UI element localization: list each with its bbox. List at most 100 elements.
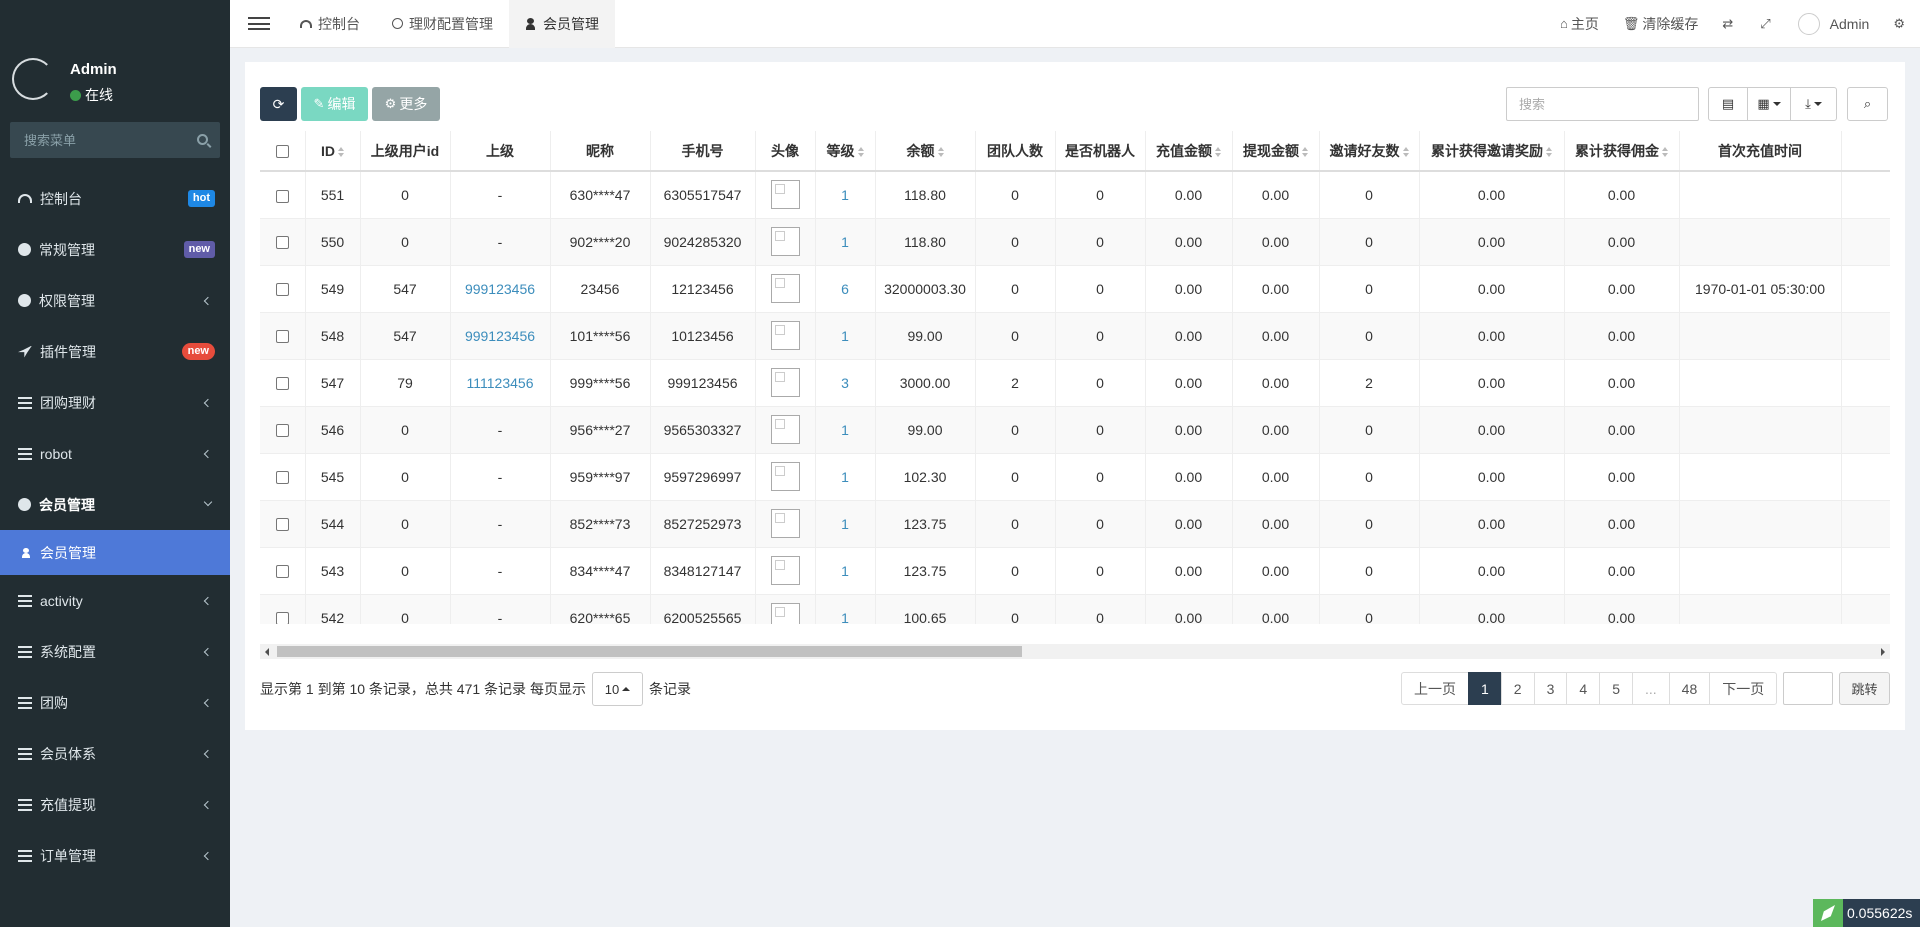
table-cell[interactable] xyxy=(755,406,816,454)
row-checkbox[interactable] xyxy=(275,236,289,250)
sidebar-item-activity[interactable]: activity xyxy=(0,575,230,626)
sidebar-item-robot[interactable]: robot xyxy=(0,428,230,479)
avatar-image[interactable] xyxy=(770,274,800,303)
table-cell[interactable]: 1 xyxy=(815,594,876,625)
avatar-image[interactable] xyxy=(770,462,800,491)
page-button[interactable]: 5 xyxy=(1599,672,1633,705)
avatar-image[interactable] xyxy=(770,321,800,350)
table-link[interactable]: 1 xyxy=(841,610,849,625)
page-button[interactable]: 3 xyxy=(1533,672,1568,705)
table-link[interactable]: 3 xyxy=(841,375,849,391)
clear-cache-button[interactable]: 🗑 清除缓存 xyxy=(1611,0,1711,48)
sidebar-item-member[interactable]: 会员管理 xyxy=(0,479,230,530)
table-cell[interactable] xyxy=(755,312,816,360)
tab-finance-config[interactable]: 理财配置管理 xyxy=(376,0,509,48)
table-link[interactable]: 1 xyxy=(841,234,849,250)
table-link[interactable]: 6 xyxy=(841,281,849,297)
table-cell[interactable]: 1 xyxy=(815,171,876,219)
table-link[interactable]: 1 xyxy=(841,563,849,579)
scrollbar-thumb[interactable] xyxy=(277,646,1022,657)
table-cell[interactable]: 1 xyxy=(815,218,876,266)
jump-page-input[interactable] xyxy=(1783,672,1833,705)
sidebar-item-general[interactable]: 常规管理 new xyxy=(0,224,230,275)
table-cell[interactable]: 3 xyxy=(815,359,876,407)
table-row[interactable]: 548 547 999123456 101****56 10123456 1 99.00 0 0… xyxy=(260,312,1890,360)
table-link[interactable]: 111123456 xyxy=(467,375,534,391)
table-cell[interactable]: 1 xyxy=(815,500,876,548)
row-select-cell[interactable] xyxy=(260,453,306,501)
next-page-button[interactable]: 下一页 xyxy=(1709,672,1778,705)
table-cell[interactable] xyxy=(755,359,816,407)
table-row[interactable]: 550 0 - 902****20 9024285320 1 118.80 0 0 0.00 0.0… xyxy=(260,218,1890,266)
menu-search-input[interactable] xyxy=(10,122,220,158)
sidebar-item-auth[interactable]: 权限管理 xyxy=(0,275,230,326)
table-cell[interactable]: 1 xyxy=(815,547,876,595)
table-link[interactable]: 1 xyxy=(841,328,849,344)
sidebar-item-membership[interactable]: 会员体系 xyxy=(0,728,230,779)
avatar-image[interactable] xyxy=(770,180,800,210)
avatar-image[interactable] xyxy=(770,603,800,624)
horizontal-scrollbar[interactable] xyxy=(260,644,1890,659)
translate-button[interactable]: ⇄ xyxy=(1710,0,1748,48)
table-row[interactable]: 543 0 - 834****47 8348127147 1 123.75 0 0 0.00 0.0… xyxy=(260,547,1890,595)
table-row[interactable]: 547 79 111123456 999****56 999123456 3 3000.00… xyxy=(260,359,1890,407)
edit-button[interactable]: ✎ 编辑 xyxy=(301,87,368,121)
row-select-cell[interactable] xyxy=(260,359,306,407)
sidebar-item-deposit[interactable]: 充值提现 xyxy=(0,779,230,830)
avatar-image[interactable] xyxy=(770,415,800,444)
more-button[interactable]: ⚙ 更多 xyxy=(372,87,440,121)
refresh-button[interactable]: ⟳ xyxy=(260,87,297,121)
row-checkbox[interactable] xyxy=(275,189,289,203)
page-button[interactable]: 1 xyxy=(1468,672,1502,705)
page-button[interactable]: 48 xyxy=(1668,672,1711,705)
table-row[interactable]: 551 0 - 630****47 6305517547 1 118.80 0 0 0.00 0.0… xyxy=(260,171,1890,219)
select-all-checkbox[interactable] xyxy=(275,145,289,159)
table-row[interactable]: 545 0 - 959****97 9597296997 1 102.30 0 0 0.00 0.0… xyxy=(260,453,1890,501)
table-link[interactable]: 999123456 xyxy=(465,281,535,297)
page-button[interactable]: 4 xyxy=(1566,672,1601,705)
advanced-search-button[interactable]: ⌕ xyxy=(1847,87,1888,121)
tab-member[interactable]: 会员管理 xyxy=(509,0,615,48)
row-select-cell[interactable] xyxy=(260,500,306,548)
row-checkbox[interactable] xyxy=(275,612,289,624)
column-header[interactable]: 等级 xyxy=(815,131,876,172)
table-link[interactable]: 1 xyxy=(841,187,849,203)
row-select-cell[interactable] xyxy=(260,547,306,595)
table-cell[interactable]: 1 xyxy=(815,406,876,454)
table-link[interactable]: 999123456 xyxy=(465,328,535,344)
column-header[interactable]: 邀请好友数 xyxy=(1319,131,1420,172)
table-cell[interactable]: 999123456 xyxy=(450,312,551,360)
table-link[interactable]: 1 xyxy=(841,469,849,485)
debug-timer[interactable]: 0.055622s xyxy=(1813,899,1920,927)
table-cell[interactable] xyxy=(755,453,816,501)
table-cell[interactable] xyxy=(755,218,816,266)
column-header[interactable]: ID xyxy=(305,131,361,172)
table-cell[interactable]: 1 xyxy=(815,453,876,501)
table-cell[interactable] xyxy=(755,547,816,595)
avatar-image[interactable] xyxy=(770,368,800,397)
page-size-select[interactable]: 10 xyxy=(591,672,643,706)
sidebar-item-group-finance[interactable]: 团购理财 xyxy=(0,377,230,428)
sidebar-item-dashboard[interactable]: 控制台 hot xyxy=(0,173,230,224)
row-select-cell[interactable] xyxy=(260,594,306,624)
fullscreen-button[interactable]: ⤢ xyxy=(1748,0,1785,48)
table-search-input[interactable] xyxy=(1506,87,1699,121)
row-checkbox[interactable] xyxy=(275,518,289,532)
table-cell[interactable] xyxy=(755,594,816,624)
table-cell[interactable] xyxy=(755,500,816,548)
row-checkbox[interactable] xyxy=(275,565,289,579)
avatar-image[interactable] xyxy=(770,556,800,585)
table-row[interactable]: 549 547 999123456 23456 12123456 6 32000003.30… xyxy=(260,265,1890,313)
table-cell[interactable]: 999123456 xyxy=(450,265,551,313)
row-select-cell[interactable] xyxy=(260,171,306,219)
search-icon[interactable] xyxy=(197,134,208,145)
row-select-cell[interactable] xyxy=(260,406,306,454)
sidebar-item-addon[interactable]: 插件管理 new xyxy=(0,326,230,377)
prev-page-button[interactable]: 上一页 xyxy=(1401,672,1469,705)
column-header[interactable]: 提现金额 xyxy=(1232,131,1320,172)
column-header[interactable]: 充值金额 xyxy=(1145,131,1233,172)
sidebar-subitem-member[interactable]: 会员管理 xyxy=(0,530,230,575)
table-row[interactable]: 544 0 - 852****73 8527252973 1 123.75 0 0 0.00 0.0… xyxy=(260,500,1890,548)
row-checkbox[interactable] xyxy=(275,283,289,297)
export-button[interactable]: ⤓ xyxy=(1790,87,1837,121)
